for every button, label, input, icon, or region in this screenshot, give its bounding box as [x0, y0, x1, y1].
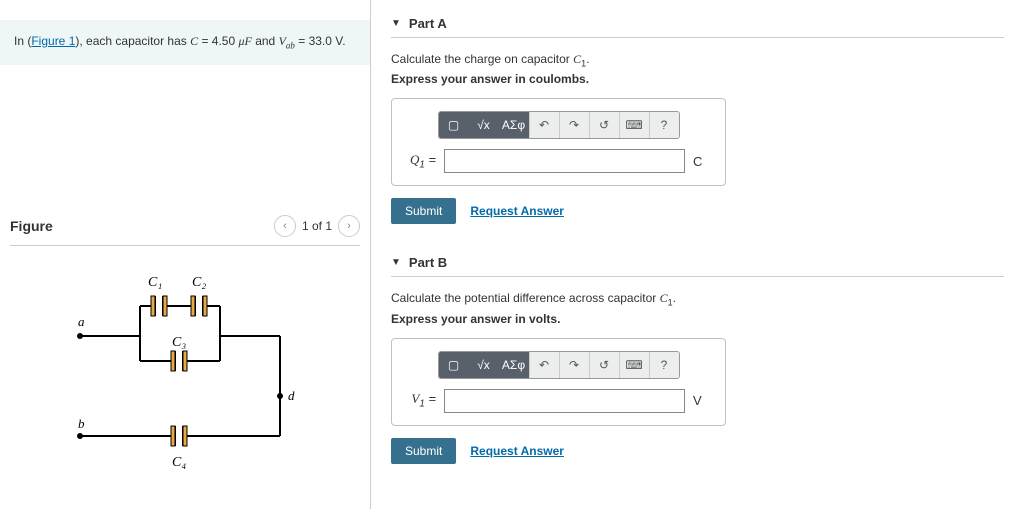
part-b-answer-box: ▢ √x ΑΣφ ↶ ↷ ↺ ⌨ ? V1 = V — [391, 338, 726, 426]
part-a-instruction: Calculate the charge on capacitor C1. — [391, 52, 1004, 68]
keyboard-button[interactable]: ⌨ — [619, 352, 649, 378]
part-a: ▼ Part A Calculate the charge on capacit… — [391, 10, 1004, 224]
part-a-input[interactable] — [444, 149, 685, 173]
help-button[interactable]: ? — [649, 352, 679, 378]
reset-button[interactable]: ↺ — [589, 112, 619, 138]
part-b-instruction: Calculate the potential difference acros… — [391, 291, 1004, 307]
label-d: d — [288, 388, 295, 403]
redo-button[interactable]: ↷ — [559, 352, 589, 378]
part-a-label: Q1 = — [404, 152, 436, 171]
label-c2: C₂ — [192, 275, 206, 290]
part-a-express: Express your answer in coulombs. — [391, 72, 1004, 86]
fraction-button[interactable]: √x — [469, 112, 499, 138]
figure-title: Figure — [10, 218, 53, 234]
label-a: a — [78, 314, 85, 329]
figure-link[interactable]: Figure 1 — [31, 34, 75, 48]
undo-button[interactable]: ↶ — [529, 112, 559, 138]
part-b-title: Part B — [409, 255, 447, 270]
part-a-header[interactable]: ▼ Part A — [391, 10, 1004, 38]
keyboard-button[interactable]: ⌨ — [619, 112, 649, 138]
figure-header: Figure ‹ 1 of 1 › — [10, 215, 360, 246]
greek-button[interactable]: ΑΣφ — [499, 112, 529, 138]
fraction-button[interactable]: √x — [469, 352, 499, 378]
label-c4: C₄ — [172, 455, 186, 470]
label-c1: C₁ — [148, 275, 162, 290]
help-button[interactable]: ? — [649, 112, 679, 138]
circuit-figure: a b d C₁ C₂ C₃ C₄ — [10, 246, 360, 499]
part-a-submit-button[interactable]: Submit — [391, 198, 456, 224]
template-button[interactable]: ▢ — [439, 352, 469, 378]
greek-button[interactable]: ΑΣφ — [499, 352, 529, 378]
part-a-toolbar: ▢ √x ΑΣφ ↶ ↷ ↺ ⌨ ? — [404, 111, 713, 139]
part-b-express: Express your answer in volts. — [391, 312, 1004, 326]
part-b-header[interactable]: ▼ Part B — [391, 249, 1004, 277]
part-a-request-link[interactable]: Request Answer — [470, 204, 564, 218]
part-b-label: V1 = — [404, 391, 436, 410]
collapse-icon: ▼ — [391, 257, 401, 268]
part-b-request-link[interactable]: Request Answer — [470, 444, 564, 458]
figure-prev-button[interactable]: ‹ — [274, 215, 296, 237]
label-b: b — [78, 416, 85, 431]
part-a-answer-box: ▢ √x ΑΣφ ↶ ↷ ↺ ⌨ ? Q1 = C — [391, 98, 726, 186]
reset-button[interactable]: ↺ — [589, 352, 619, 378]
problem-prompt: In (Figure 1), each capacitor has C = 4.… — [0, 20, 370, 65]
collapse-icon: ▼ — [391, 18, 401, 29]
figure-pager: 1 of 1 — [302, 219, 332, 233]
template-button[interactable]: ▢ — [439, 112, 469, 138]
label-c3: C₃ — [172, 335, 186, 350]
part-b-submit-button[interactable]: Submit — [391, 438, 456, 464]
prompt-text: In ( — [14, 34, 31, 48]
part-b-unit: V — [693, 393, 713, 408]
part-b: ▼ Part B Calculate the potential differe… — [391, 249, 1004, 463]
undo-button[interactable]: ↶ — [529, 352, 559, 378]
part-b-toolbar: ▢ √x ΑΣφ ↶ ↷ ↺ ⌨ ? — [404, 351, 713, 379]
part-b-input[interactable] — [444, 389, 685, 413]
redo-button[interactable]: ↷ — [559, 112, 589, 138]
part-a-title: Part A — [409, 16, 447, 31]
figure-next-button[interactable]: › — [338, 215, 360, 237]
part-a-unit: C — [693, 154, 713, 169]
